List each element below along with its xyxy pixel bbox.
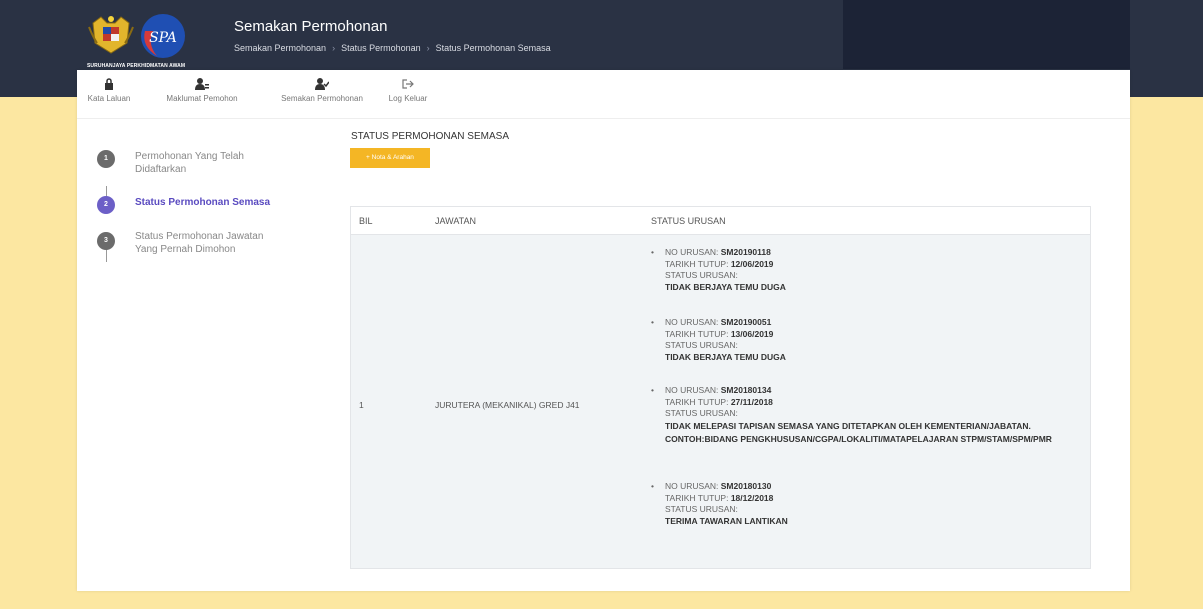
tarikh-tutup-value: 13/06/2019: [730, 328, 774, 339]
step-label: Permohonan Yang Telah Didaftarkan: [135, 151, 244, 175]
page-title: Semakan Permohonan: [234, 18, 388, 35]
chevron-right-icon: ›: [426, 43, 430, 53]
svg-text:SPA: SPA: [149, 30, 177, 46]
tarikh-tutup-label: TARIKH TUTUP:: [665, 492, 729, 503]
no-urusan-label: NO URUSAN:: [665, 481, 719, 491]
status-entry: • NO URUSAN: SM20190118 TARIKH TUTUP: 12…: [651, 247, 1086, 293]
step-connector: [106, 248, 107, 262]
status-urusan-value: TERIMA TAWARAN LANTIKAN: [665, 515, 788, 526]
bullet-icon: •: [651, 481, 654, 491]
logo: SPA SURUHANJAYA PERKHIDMATAN AWAM: [87, 11, 217, 69]
sign-out-icon: [402, 79, 414, 89]
tab-kata-laluan[interactable]: Kata Laluan: [79, 78, 139, 103]
user-check-icon: [315, 78, 329, 90]
status-urusan-value: TIDAK BERJAYA TEMU DUGA: [665, 281, 786, 292]
tab-label: Kata Laluan: [87, 94, 131, 103]
logo-text: SURUHANJAYA PERKHIDMATAN AWAM: [87, 63, 186, 69]
step-number: 3: [97, 232, 115, 250]
tab-label: Semakan Permohonan: [281, 94, 363, 103]
no-urusan-value: SM20180134: [720, 385, 772, 395]
no-urusan-label: NO URUSAN:: [665, 385, 719, 395]
tarikh-tutup-label: TARIKH TUTUP:: [665, 258, 729, 269]
table-row: 1 JURUTERA (MEKANIKAL) GRED J41 • NO URU…: [351, 235, 1090, 568]
tab-maklumat-pemohon[interactable]: Maklumat Pemohon: [152, 78, 252, 103]
bullet-icon: •: [651, 247, 654, 257]
no-urusan-value: SM20180130: [720, 481, 772, 491]
no-urusan-value: SM20190118: [720, 247, 771, 257]
status-urusan-label: STATUS URUSAN:: [665, 504, 738, 514]
user-info-icon: [195, 78, 209, 90]
header-dark-panel: [843, 0, 1130, 69]
no-urusan-label: NO URUSAN:: [665, 247, 719, 257]
status-entry: • NO URUSAN: SM20180130 TARIKH TUTUP: 18…: [651, 481, 1086, 527]
lock-icon: [105, 78, 113, 90]
status-urusan-label: STATUS URUSAN:: [665, 340, 738, 350]
column-header-status: STATUS URUSAN: [651, 216, 726, 226]
step-number: 1: [97, 150, 115, 168]
breadcrumb-item[interactable]: Semakan Permohonan: [234, 43, 326, 53]
bullet-icon: •: [651, 385, 654, 395]
tarikh-tutup-value: 18/12/2018: [730, 492, 774, 503]
tab-label: Maklumat Pemohon: [166, 94, 238, 103]
step-number: 2: [97, 196, 115, 214]
table-header: BIL JAWATAN STATUS URUSAN: [351, 207, 1090, 235]
no-urusan-label: NO URUSAN:: [665, 317, 719, 327]
chevron-right-icon: ›: [332, 43, 336, 53]
tab-semakan-permohonan[interactable]: Semakan Permohonan: [267, 78, 377, 103]
status-urusan-label: STATUS URUSAN:: [665, 408, 738, 418]
tab-log-keluar[interactable]: Log Keluar: [383, 78, 433, 103]
spa-logo-icon: SPA: [141, 14, 185, 58]
tarikh-tutup-label: TARIKH TUTUP:: [665, 328, 729, 339]
status-entry: • NO URUSAN: SM20180134 TARIKH TUTUP: 27…: [651, 385, 1086, 446]
step-label: Status Permohonan Jawatan Yang Pernah Di…: [135, 231, 264, 255]
nota-arahan-button[interactable]: + Nota & Arahan: [350, 148, 430, 168]
cell-jawatan: JURUTERA (MEKANIKAL) GRED J41: [435, 400, 580, 410]
status-urusan-label: STATUS URUSAN:: [665, 270, 738, 280]
tab-label: Log Keluar: [388, 94, 428, 103]
cell-bil: 1: [359, 400, 364, 410]
status-urusan-value: TIDAK BERJAYA TEMU DUGA: [665, 351, 786, 362]
bullet-icon: •: [651, 317, 654, 327]
breadcrumb-item[interactable]: Status Permohonan: [341, 43, 421, 53]
column-header-bil: BIL: [359, 216, 373, 226]
step-label: Status Permohonan Semasa: [135, 197, 271, 208]
breadcrumb-item: Status Permohonan Semasa: [435, 43, 551, 53]
tab-bar: Kata Laluan Maklumat Pemohon Semakan Per…: [77, 70, 1130, 119]
content-card: Kata Laluan Maklumat Pemohon Semakan Per…: [77, 70, 1130, 591]
column-header-jawatan: JAWATAN: [435, 216, 476, 226]
section-title: STATUS PERMOHONAN SEMASA: [351, 131, 509, 142]
breadcrumb: Semakan Permohonan › Status Permohonan › Sta…: [234, 43, 551, 53]
status-urusan-value: TIDAK MELEPASI TAPISAN SEMASA YANG DITET…: [665, 420, 1052, 444]
tarikh-tutup-label: TARIKH TUTUP:: [665, 396, 729, 407]
status-table: BIL JAWATAN STATUS URUSAN 1 JURUTERA (ME…: [350, 206, 1091, 569]
coat-of-arms-icon: [88, 16, 134, 54]
no-urusan-value: SM20190051: [720, 317, 772, 327]
status-entry: • NO URUSAN: SM20190051 TARIKH TUTUP: 13…: [651, 317, 1086, 363]
tarikh-tutup-value: 12/06/2019: [730, 258, 774, 269]
tarikh-tutup-value: 27/11/2018: [730, 396, 773, 407]
